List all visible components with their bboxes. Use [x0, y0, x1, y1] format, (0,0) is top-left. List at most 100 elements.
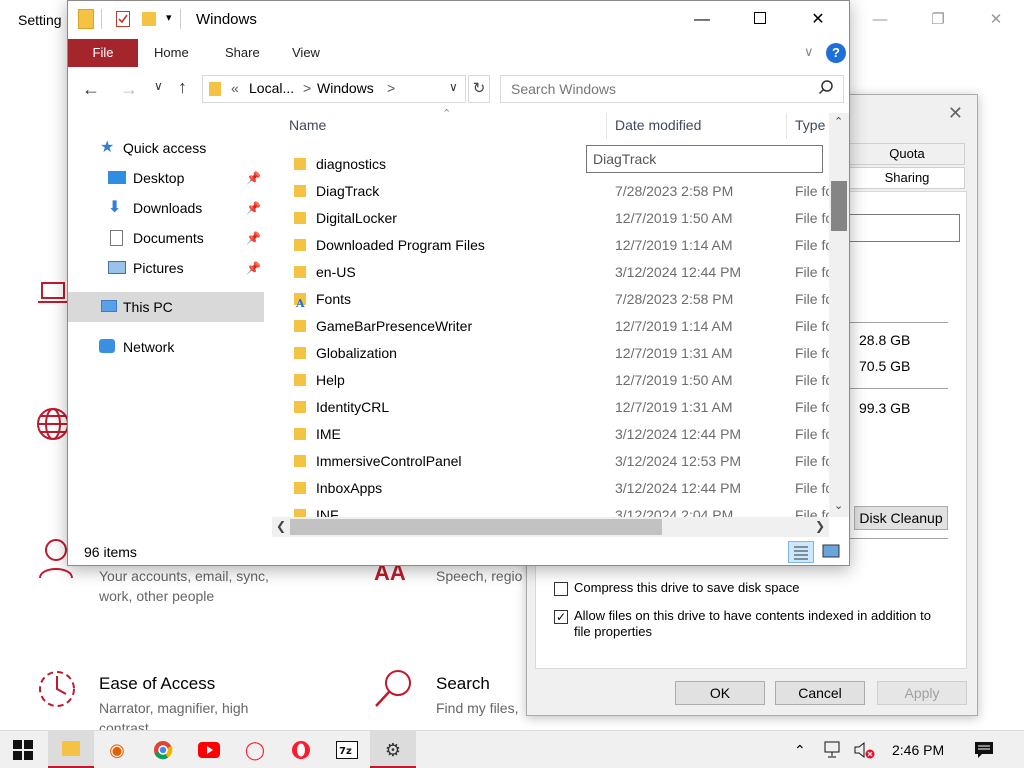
properties-quick-icon[interactable]	[116, 11, 130, 27]
scroll-right-icon[interactable]: ❯	[815, 519, 825, 533]
scroll-left-icon[interactable]: ❮	[276, 519, 286, 533]
file-type: File fo	[795, 426, 829, 442]
large-icons-view-icon[interactable]	[820, 541, 842, 563]
status-bar: 96 items	[68, 539, 849, 565]
ease-of-access-desc-1: Narrator, magnifier, high	[99, 700, 249, 716]
ease-of-access-title[interactable]: Ease of Access	[99, 674, 215, 694]
restore-icon[interactable]: ❐	[924, 8, 952, 32]
breadcrumb-separator[interactable]: >	[387, 80, 395, 96]
search-icon[interactable]	[818, 79, 834, 98]
dialog-close-icon[interactable]: ✕	[948, 103, 963, 124]
index-label-line1: Allow files on this drive to have conten…	[574, 608, 931, 623]
svg-text:7z: 7z	[339, 746, 352, 757]
navigation-bar: ← → ∨ ↑ « Local... > Windows > ∨ ↻ Searc…	[68, 73, 849, 105]
minimize-icon[interactable]: —	[686, 7, 718, 33]
taskbar-youtube[interactable]	[186, 731, 232, 768]
tab-share[interactable]: Share	[225, 39, 260, 67]
address-overflow[interactable]: «	[231, 80, 239, 96]
file-date: 3/12/2024 12:53 PM	[615, 453, 742, 469]
disk-cleanup-button[interactable]: Disk Cleanup	[854, 506, 948, 530]
vertical-scroll-thumb[interactable]	[831, 181, 847, 231]
volume-muted-icon[interactable]	[854, 731, 876, 768]
horizontal-scroll-thumb[interactable]	[290, 519, 662, 535]
taskbar-chrome[interactable]	[140, 731, 186, 768]
file-row[interactable]: IME 3/12/2024 12:44 PM File fo	[290, 421, 829, 448]
scroll-down-icon[interactable]: ⌄	[834, 499, 843, 512]
taskbar-opera[interactable]	[278, 731, 324, 768]
compress-checkbox[interactable]	[554, 582, 568, 596]
apply-button[interactable]: Apply	[877, 681, 967, 705]
show-hidden-icons[interactable]: ⌃	[794, 731, 806, 768]
recent-locations-icon[interactable]: ∨	[154, 79, 163, 93]
taskbar-opera-gx[interactable]: ◯	[232, 731, 278, 768]
file-date: 3/12/2024 12:44 PM	[615, 480, 742, 496]
file-row[interactable]: Help 12/7/2019 1:50 AM File fo	[290, 367, 829, 394]
file-row[interactable]: Globalization 12/7/2019 1:31 AM File fo	[290, 340, 829, 367]
file-type: File fo	[795, 480, 829, 496]
folder-icon	[294, 158, 306, 170]
folder-icon	[294, 374, 306, 386]
tab-home[interactable]: Home	[154, 39, 189, 67]
tab-view[interactable]: View	[292, 39, 320, 67]
file-row[interactable]: A Fonts 7/28/2023 2:58 PM File fo	[290, 286, 829, 313]
address-dropdown-icon[interactable]: ∨	[449, 80, 458, 94]
breadcrumb-separator[interactable]: >	[303, 80, 311, 96]
customize-toolbar-icon[interactable]: ▾	[166, 11, 172, 24]
file-row[interactable]: GameBarPresenceWriter 12/7/2019 1:14 AM Fi…	[290, 313, 829, 340]
tab-sharing[interactable]: Sharing	[849, 167, 965, 189]
clock-time[interactable]: 2:46 PM	[892, 731, 944, 768]
search-input[interactable]: Search Windows	[500, 75, 844, 103]
file-row[interactable]: INF 3/12/2024 2:04 PM File fo	[290, 502, 829, 517]
ok-button[interactable]: OK	[675, 681, 765, 705]
column-type[interactable]: Type	[795, 117, 825, 133]
divider[interactable]	[606, 113, 607, 139]
file-row[interactable]: InboxApps 3/12/2024 12:44 PM File fo	[290, 475, 829, 502]
help-icon[interactable]: ?	[826, 43, 846, 63]
taskbar-firefox[interactable]: ◉	[94, 731, 140, 768]
title-bar: ▾ Windows — ✕	[68, 1, 849, 39]
column-date-modified[interactable]: Date modified	[615, 117, 701, 133]
free-space-size: 70.5 GB	[859, 358, 911, 374]
file-row[interactable]: Downloaded Program Files 12/7/2019 1:14 A…	[290, 232, 829, 259]
search-settings-title[interactable]: Search	[436, 674, 490, 694]
file-date: 12/7/2019 1:50 AM	[615, 210, 733, 226]
file-row[interactable]: en-US 3/12/2024 12:44 PM File fo	[290, 259, 829, 286]
notifications-icon[interactable]	[974, 731, 994, 768]
file-name: GameBarPresenceWriter	[316, 318, 473, 334]
vertical-scrollbar[interactable]: ⌃ ⌄	[829, 113, 849, 517]
forward-icon[interactable]: →	[120, 79, 138, 100]
back-icon[interactable]: ←	[82, 79, 100, 100]
close-icon[interactable]: ✕	[802, 7, 834, 33]
address-bar[interactable]: « Local... > Windows > ∨	[202, 75, 466, 103]
expand-ribbon-icon[interactable]: ∨	[804, 44, 814, 60]
horizontal-scrollbar[interactable]: ❮ ❯	[272, 517, 829, 537]
breadcrumb-windows[interactable]: Windows	[317, 80, 374, 96]
taskbar-settings[interactable]: ⚙	[370, 731, 416, 768]
refresh-icon[interactable]: ↻	[468, 75, 490, 103]
scroll-up-icon[interactable]: ⌃	[834, 115, 843, 128]
divider[interactable]	[786, 113, 787, 139]
tab-quota[interactable]: Quota	[849, 143, 965, 165]
file-row[interactable]: IdentityCRL 12/7/2019 1:31 AM File fo	[290, 394, 829, 421]
drive-label-field[interactable]	[848, 214, 960, 242]
up-icon[interactable]: ↑	[178, 77, 187, 98]
file-row[interactable]: DiagTrack 7/28/2023 2:58 PM File fo	[290, 178, 829, 205]
file-row[interactable]: DigitalLocker 12/7/2019 1:50 AM File fo	[290, 205, 829, 232]
minimize-icon[interactable]: —	[866, 8, 894, 32]
file-date: 12/7/2019 1:14 AM	[615, 237, 733, 253]
close-icon[interactable]: ✕	[982, 8, 1010, 32]
taskbar-file-explorer[interactable]	[48, 731, 94, 768]
column-name[interactable]: Name	[289, 117, 326, 133]
cancel-button[interactable]: Cancel	[775, 681, 865, 705]
file-row[interactable]: ImmersiveControlPanel 3/12/2024 12:53 PM F…	[290, 448, 829, 475]
new-folder-quick-icon[interactable]	[142, 12, 156, 26]
index-checkbox[interactable]: ✓	[554, 610, 568, 624]
maximize-icon[interactable]	[744, 7, 776, 33]
taskbar-7zip[interactable]: 7z	[324, 731, 370, 768]
folder-icon	[294, 347, 306, 359]
tab-file[interactable]: File	[68, 39, 138, 67]
breadcrumb-local[interactable]: Local...	[249, 80, 294, 96]
start-button[interactable]	[0, 731, 46, 768]
details-view-icon[interactable]	[788, 541, 814, 563]
network-status-icon[interactable]	[824, 731, 844, 768]
